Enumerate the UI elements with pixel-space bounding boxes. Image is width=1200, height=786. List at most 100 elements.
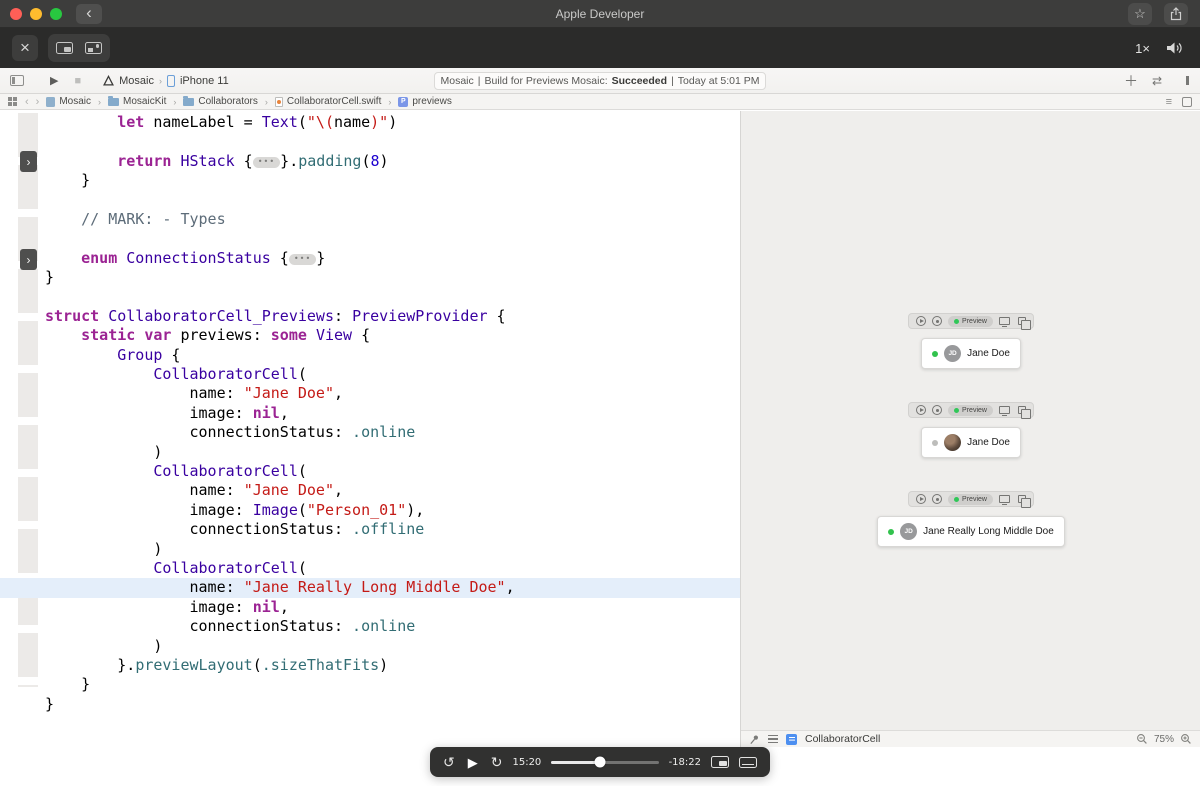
inspect-preview-icon[interactable] [932, 405, 943, 415]
preview-file-name[interactable]: CollaboratorCell [805, 733, 880, 745]
inspect-preview-icon[interactable] [932, 316, 943, 326]
inspect-preview-icon[interactable] [932, 494, 943, 504]
preview-card[interactable]: Jane Doe [921, 427, 1021, 458]
code-line[interactable]: ) [0, 443, 740, 462]
code-line[interactable]: } [0, 268, 740, 287]
duplicate-preview-icon[interactable] [1017, 406, 1031, 419]
code-line[interactable]: name: "Jane Doe", [0, 481, 740, 500]
code-line-selected[interactable]: name: "Jane Really Long Middle Doe", [0, 578, 740, 598]
device-preview-icon[interactable] [998, 495, 1010, 505]
project-icon [46, 96, 56, 107]
canvas-zoom-controls: 75% [1136, 733, 1192, 745]
code-line[interactable]: ) [0, 540, 740, 559]
volume-icon[interactable] [1166, 41, 1184, 55]
play-button[interactable]: ▶ [468, 756, 478, 769]
code-line[interactable]: connectionStatus: .offline [0, 520, 740, 539]
jump-bar: ‹ › Mosaic › MosaicKit › Collaborators › [0, 94, 1200, 110]
share-button[interactable] [1164, 2, 1188, 25]
favorite-button[interactable]: ☆ [1128, 2, 1152, 25]
close-player-button[interactable]: × [12, 35, 38, 61]
code-line[interactable] [0, 288, 740, 307]
code-line[interactable]: return HStack {•••}.padding(8) [0, 152, 740, 171]
traffic-lights [10, 7, 62, 20]
code-line[interactable]: CollaboratorCell( [0, 365, 740, 384]
breadcrumb-group-collaborators[interactable]: Collaborators [183, 95, 258, 107]
pip-view-icon[interactable] [56, 42, 73, 54]
breadcrumb-group-mosaickit[interactable]: MosaicKit [108, 95, 166, 107]
scheme-selector[interactable]: Mosaic › iPhone 11 [103, 74, 229, 87]
code-line[interactable]: static var previews: some View { [0, 326, 740, 345]
code-line[interactable]: } [0, 695, 740, 714]
code-line[interactable]: image: Image("Person_01"), [0, 501, 740, 520]
pip-icon[interactable] [711, 756, 729, 768]
minimap-icon[interactable]: ≡ [1166, 96, 1172, 108]
code-fold-marker[interactable]: › [20, 151, 37, 172]
live-preview-icon[interactable] [916, 494, 927, 504]
run-button[interactable]: ▶ [50, 74, 58, 87]
live-preview-icon[interactable] [916, 316, 927, 326]
duplicate-preview-icon[interactable] [1017, 317, 1031, 330]
preview-card[interactable]: JD Jane Really Long Middle Doe [877, 516, 1065, 547]
code-fold-marker[interactable]: › [20, 249, 37, 270]
navigator-toggle-icon[interactable] [10, 75, 24, 86]
go-back-icon[interactable]: ‹ [25, 96, 29, 108]
code-line[interactable]: }.previewLayout(.sizeThatFits) [0, 656, 740, 675]
code-fold-token[interactable]: ••• [252, 156, 281, 168]
code-line[interactable]: connectionStatus: .online [0, 423, 740, 442]
minimize-window-button[interactable] [30, 7, 42, 20]
code-line[interactable]: image: nil, [0, 598, 740, 617]
code-line[interactable]: } [0, 675, 740, 694]
duplicate-preview-icon[interactable] [1017, 495, 1031, 508]
code-line[interactable] [0, 229, 740, 248]
code-line[interactable]: ) [0, 637, 740, 656]
back-button[interactable]: ‹ [76, 3, 102, 24]
code-line[interactable]: CollaboratorCell( [0, 559, 740, 578]
editor-arrange-icon[interactable]: ⇄ [1152, 74, 1162, 88]
close-window-button[interactable] [10, 7, 22, 20]
zoom-in-icon[interactable] [1180, 733, 1192, 745]
live-preview-icon[interactable] [916, 405, 927, 415]
skip-forward-icon[interactable]: ↻ [491, 755, 503, 769]
seek-thumb[interactable] [594, 756, 606, 768]
preview-mode-pill[interactable]: Preview [948, 315, 993, 327]
code-line[interactable]: enum ConnectionStatus {•••} [0, 249, 740, 268]
playback-speed-button[interactable]: 1× [1135, 41, 1150, 56]
code-line[interactable]: CollaboratorCell( [0, 462, 740, 481]
zoom-out-icon[interactable] [1136, 733, 1148, 745]
source-editor[interactable]: › › let nameLabel = Text("\(name)") retu… [0, 111, 740, 747]
preview-card[interactable]: JD Jane Doe [921, 338, 1021, 369]
xcode-toolbar: ▶ ■ Mosaic › iPhone 11 Mosaic | Build fo… [0, 68, 1200, 94]
seek-slider[interactable] [551, 756, 659, 768]
device-preview-icon[interactable] [998, 406, 1010, 416]
device-preview-icon[interactable] [998, 317, 1010, 327]
code-line[interactable]: } [0, 171, 740, 190]
breadcrumb-project[interactable]: Mosaic [46, 96, 91, 107]
code-line[interactable] [0, 191, 740, 210]
list-icon[interactable] [768, 735, 778, 743]
go-forward-icon[interactable]: › [36, 96, 40, 108]
add-editor-icon[interactable]: ＋ [1124, 71, 1138, 91]
code-line[interactable]: let nameLabel = Text("\(name)") [0, 113, 740, 132]
code-line[interactable]: name: "Jane Doe", [0, 384, 740, 403]
zoom-level[interactable]: 75% [1154, 734, 1174, 745]
code-line[interactable]: image: nil, [0, 404, 740, 423]
pin-icon[interactable] [749, 734, 760, 745]
code-line[interactable]: Group { [0, 346, 740, 365]
breadcrumb-symbol[interactable]: P previews [398, 96, 452, 107]
preview-mode-pill[interactable]: Preview [948, 404, 993, 416]
related-items-icon[interactable] [8, 97, 12, 101]
code-line[interactable] [0, 132, 740, 151]
gallery-view-icon[interactable] [85, 42, 102, 54]
editor-options-icon[interactable] [1182, 96, 1192, 107]
keyboard-icon[interactable] [739, 756, 757, 768]
code-fold-token[interactable]: ••• [288, 253, 317, 265]
stop-button[interactable]: ■ [74, 75, 81, 87]
skip-back-icon[interactable]: ↺ [443, 755, 455, 769]
preview-mode-pill[interactable]: Preview [948, 493, 993, 505]
breadcrumb-file[interactable]: CollaboratorCell.swift [274, 96, 381, 107]
code-line[interactable]: // MARK: - Types [0, 210, 740, 229]
inspector-toggle-icon[interactable] [1176, 75, 1190, 86]
code-line[interactable]: connectionStatus: .online [0, 617, 740, 636]
fullscreen-window-button[interactable] [50, 7, 62, 20]
code-line[interactable]: struct CollaboratorCell_Previews: Previe… [0, 307, 740, 326]
